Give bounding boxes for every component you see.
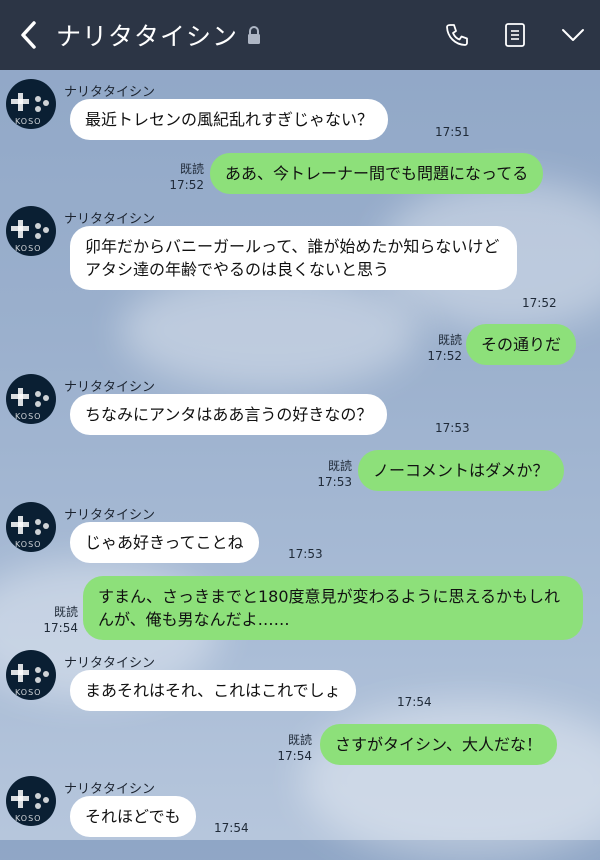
avatar[interactable]: KOSO <box>6 79 56 129</box>
phone-icon[interactable] <box>444 22 470 48</box>
message-time: 17:52 <box>522 296 557 310</box>
message-bubble[interactable]: それほどでも <box>70 796 196 837</box>
sender-name: ナリタタイシン <box>64 85 156 100</box>
message-bubble[interactable]: さすがタイシン、大人だな！ <box>320 724 558 765</box>
message-time: 17:51 <box>435 125 470 139</box>
message-bubble[interactable]: ああ、今トレーナー間でも問題になってる <box>210 153 544 194</box>
message-bubble[interactable]: じゃあ好きってことね <box>70 522 259 563</box>
sender-name: ナリタタイシン <box>64 212 156 227</box>
sender-name: ナリタタイシン <box>64 508 156 523</box>
avatar[interactable]: KOSO <box>6 650 56 700</box>
chevron-down-icon[interactable] <box>560 27 586 43</box>
sender-name: ナリタタイシン <box>64 656 156 671</box>
avatar[interactable]: KOSO <box>6 374 56 424</box>
message-bubble[interactable]: ノーコメントはダメか？ <box>358 450 564 491</box>
read-receipt: 既読 17:53 <box>317 459 352 489</box>
sender-name: ナリタタイシン <box>64 782 156 797</box>
message-bubble[interactable]: すまん、さっきまでと180度意見が変わるように思えるかもしれんが、俺も男なんだよ… <box>83 576 583 640</box>
avatar[interactable]: KOSO <box>6 206 56 256</box>
read-receipt: 既読 17:52 <box>169 162 204 192</box>
chat-title: ナリタタイシン <box>56 22 239 51</box>
message-bubble[interactable]: 卯年だからバニーガールって、誰が始めたか知らないけどアタシ達の年齢でやるのは良く… <box>70 226 517 290</box>
avatar[interactable]: KOSO <box>6 776 56 826</box>
back-button[interactable] <box>0 0 56 70</box>
message-time: 17:53 <box>435 421 470 435</box>
message-time: 17:53 <box>288 547 323 561</box>
message-bubble[interactable]: その通りだ <box>466 324 577 365</box>
notes-icon[interactable] <box>504 22 526 48</box>
message-time: 17:54 <box>214 821 249 835</box>
message-bubble[interactable]: 最近トレセンの風紀乱れすぎじゃない？ <box>70 99 389 140</box>
sender-name: ナリタタイシン <box>64 380 156 395</box>
read-receipt: 既読 17:54 <box>43 605 78 635</box>
back-chevron-icon[interactable] <box>18 20 38 50</box>
avatar[interactable]: KOSO <box>6 502 56 552</box>
read-receipt: 既読 17:54 <box>277 733 312 763</box>
message-list[interactable]: KOSO ナリタタイシン 最近トレセンの風紀乱れすぎじゃない？ 17:51 既読… <box>0 70 600 840</box>
message-bubble[interactable]: ちなみにアンタはああ言うの好きなの？ <box>70 394 388 435</box>
message-bubble[interactable]: まあそれはそれ、これはこれでしょ <box>70 670 356 711</box>
message-time: 17:54 <box>397 695 432 709</box>
read-receipt: 既読 17:52 <box>427 333 462 363</box>
chat-header: ナリタタイシン <box>0 0 600 70</box>
lock-icon <box>246 25 262 49</box>
